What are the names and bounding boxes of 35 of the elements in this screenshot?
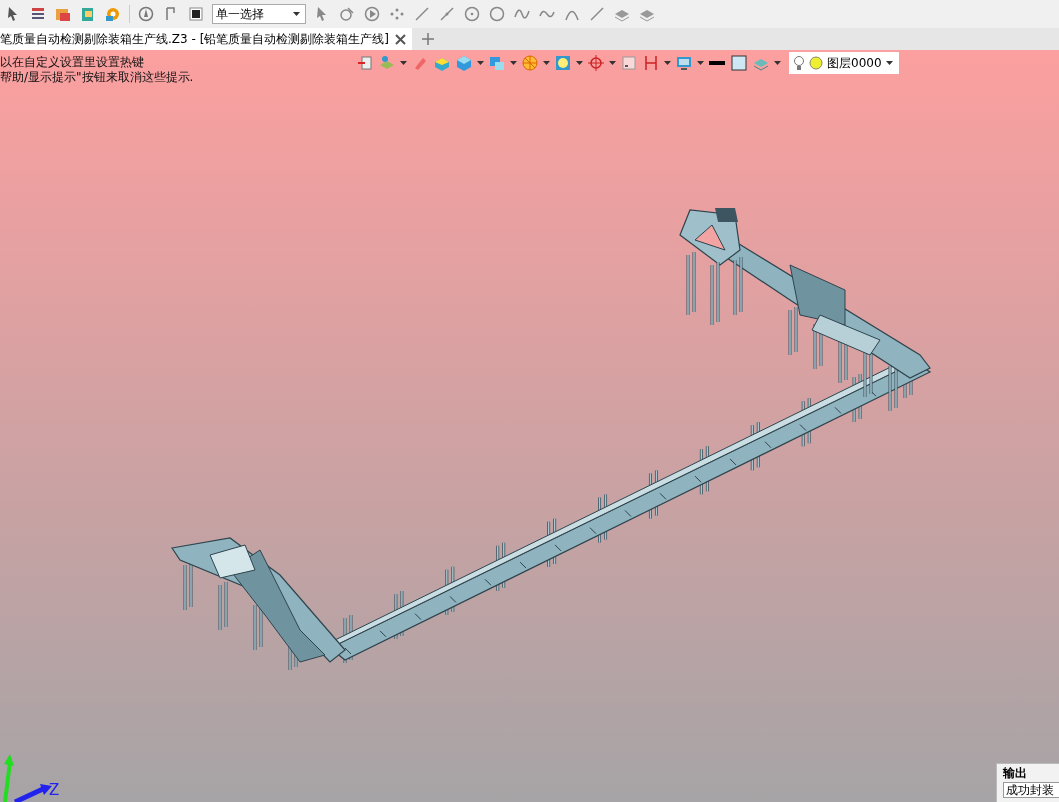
caret-icon[interactable] — [293, 12, 300, 16]
compass-icon[interactable] — [137, 5, 155, 23]
axis-label: Z — [49, 781, 60, 799]
line-icon[interactable] — [438, 5, 456, 23]
line-icon[interactable] — [588, 5, 606, 23]
close-icon[interactable] — [395, 33, 406, 45]
crosshair-icon[interactable] — [587, 54, 605, 72]
circle-icon[interactable] — [488, 5, 506, 23]
lightbulb-icon[interactable] — [793, 55, 805, 71]
caret-icon[interactable] — [576, 61, 583, 65]
hint-text: 以在自定义设置里设置热键 — [0, 55, 145, 70]
caret-icon[interactable] — [886, 61, 893, 65]
exit-icon[interactable] — [356, 54, 374, 72]
panel-title: 输出 — [1003, 766, 1028, 781]
select-mode-dropdown[interactable]: 单一选择 — [212, 4, 306, 24]
caret-icon[interactable] — [664, 61, 671, 65]
circle-icon[interactable] — [463, 5, 481, 23]
caret-icon[interactable] — [477, 61, 484, 65]
circle-icon — [809, 56, 823, 70]
color-swatch-icon[interactable] — [730, 54, 748, 72]
hint-text: 帮助/显示提示"按钮来取消这些提示. — [0, 70, 194, 85]
document-tab[interactable]: 笔质量自动检测剔除装箱生产线.Z3 - [铅笔质量自动检测剔除装箱生产线] — [0, 28, 412, 50]
caret-icon[interactable] — [510, 61, 517, 65]
caret-icon[interactable] — [543, 61, 550, 65]
output-text: 成功封装 — [1003, 782, 1059, 798]
add-tab-icon[interactable] — [422, 33, 434, 45]
stop-icon[interactable] — [187, 5, 205, 23]
line-icon[interactable] — [413, 5, 431, 23]
caret-icon[interactable] — [400, 61, 407, 65]
caret-icon[interactable] — [774, 61, 781, 65]
caret-icon[interactable] — [697, 61, 704, 65]
caret-icon[interactable] — [609, 61, 616, 65]
play-icon[interactable] — [363, 5, 381, 23]
monitor-icon[interactable] — [675, 54, 693, 72]
layer-dropdown[interactable]: 图层0000 — [789, 52, 899, 74]
